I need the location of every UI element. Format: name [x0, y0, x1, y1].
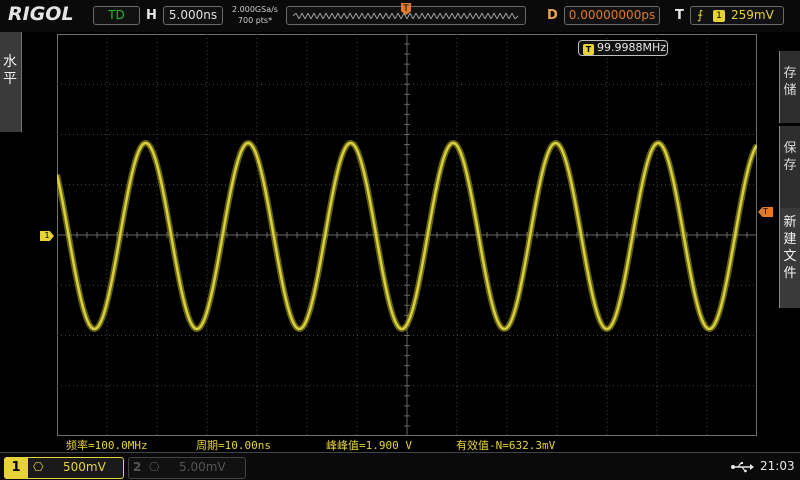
trigger-source-badge: 1	[713, 10, 725, 22]
run-status-button[interactable]: TD	[93, 6, 140, 25]
rigol-logo: RIGOL	[8, 3, 74, 25]
usb-icon	[731, 462, 754, 473]
softkey-save[interactable]: 保存	[779, 126, 800, 211]
memory-depth: 700 pts*	[237, 16, 273, 25]
acquisition-info: 2.000GSa/s 700 pts*	[229, 4, 281, 26]
rising-edge-icon: ⨍	[697, 8, 704, 22]
delay-value[interactable]: 0.00000000ps	[564, 6, 660, 25]
clock: 21:03	[760, 459, 795, 473]
sample-rate: 2.000GSa/s	[232, 5, 278, 14]
frequency-counter: T 99.9988MHz	[578, 40, 668, 56]
top-status-bar: RIGOL TD H 5.000ns 2.000GSa/s 700 pts* T…	[0, 0, 800, 32]
channel-1-number: 1	[4, 457, 28, 479]
trigger-level-marker[interactable]: T	[758, 207, 773, 217]
frequency-readout: 99.9988MHz	[597, 41, 667, 54]
channel-2-number: 2	[133, 460, 142, 474]
frequency-trigger-badge: T	[583, 44, 594, 55]
trigger-level-value: 259mV	[731, 8, 774, 22]
timebase-value[interactable]: 5.000ns	[163, 6, 223, 25]
horizontal-menu-tab[interactable]: 水平	[0, 32, 22, 132]
dc-coupling-icon: ⎔	[149, 460, 160, 474]
channel-2-scale: 5.00mV	[179, 460, 226, 474]
trigger-settings[interactable]: ⨍ 1 259mV	[690, 6, 784, 25]
channel-2-tab[interactable]: 2 ⎔ 5.00mV	[128, 457, 246, 479]
measurement-frequency: 频率=100.0MHz	[66, 439, 148, 452]
measurement-vpp: 峰峰值=1.900 V	[326, 439, 412, 452]
softkey-menu: 存储 保存 新建文件	[779, 32, 800, 450]
delay-label: D	[547, 8, 558, 23]
measurement-period: 周期=10.00ns	[196, 439, 271, 452]
channel-1-scale: 500mV	[63, 460, 106, 474]
channel-1-tab[interactable]: 1 ⎔ 500mV	[4, 457, 124, 479]
channel-1-offset-marker[interactable]: 1	[40, 231, 54, 241]
graticule	[57, 34, 757, 436]
horizontal-menu-label: 水平	[3, 54, 17, 87]
dc-coupling-icon: ⎔	[33, 460, 44, 474]
bottom-status-bar: 1 ⎔ 500mV 2 ⎔ 5.00mV 21:03	[0, 452, 800, 480]
softkey-new-file-label: 新建文件	[783, 215, 797, 281]
softkey-storage[interactable]: 存储	[779, 51, 800, 123]
softkey-save-label: 保存	[783, 141, 797, 173]
trigger-label: T	[675, 8, 684, 23]
waveform-grid[interactable]	[57, 34, 757, 436]
softkey-storage-label: 存储	[783, 66, 797, 98]
softkey-new-file[interactable]: 新建文件	[779, 208, 800, 308]
horizontal-label: H	[146, 8, 157, 23]
measurement-vrms: 有效值-N=632.3mV	[456, 439, 556, 452]
